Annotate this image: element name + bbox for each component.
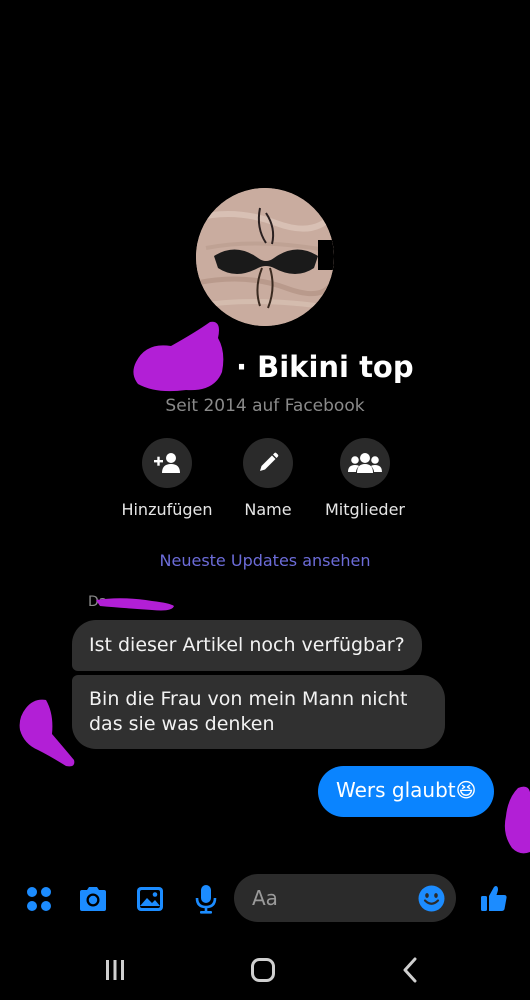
group-title: · Bikini top: [236, 350, 414, 384]
message-input-container: [234, 874, 456, 922]
home-icon: [251, 958, 275, 982]
back-button[interactable]: [390, 955, 430, 985]
menu-dots-button[interactable]: [22, 882, 56, 916]
home-button[interactable]: [243, 955, 283, 985]
redaction-scribble: [504, 786, 530, 854]
outgoing-message[interactable]: Wers glaubt😆: [318, 766, 495, 817]
incoming-message[interactable]: Bin die Frau von mein Mann nicht das sie…: [72, 675, 445, 749]
gallery-icon: [137, 887, 163, 911]
camera-icon: [80, 887, 106, 911]
pencil-icon: [260, 452, 279, 471]
menu-dots-icon: [27, 887, 51, 911]
thumbs-up-icon: [481, 886, 507, 911]
message-input[interactable]: [252, 884, 412, 912]
microphone-icon: [195, 885, 217, 914]
group-actions: Hinzufügen Name Mitglieder: [0, 438, 530, 519]
group-avatar[interactable]: [196, 188, 334, 326]
recent-apps-icon: [106, 960, 124, 980]
latest-updates-link[interactable]: Neueste Updates ansehen: [0, 551, 530, 570]
group-subtitle: Seit 2014 auf Facebook: [165, 396, 365, 416]
back-icon: [403, 957, 417, 983]
incoming-message[interactable]: Ist dieser Artikel noch verfügbar?: [72, 620, 422, 671]
emoji-icon[interactable]: [418, 885, 445, 912]
camera-button[interactable]: [76, 882, 110, 916]
bikini-photo-image: [196, 188, 334, 326]
gallery-button[interactable]: [133, 882, 167, 916]
add-person-icon: [154, 453, 180, 473]
recent-apps-button[interactable]: [95, 955, 135, 985]
members-label: Mitglieder: [325, 500, 405, 519]
microphone-button[interactable]: [189, 882, 223, 916]
thumbs-up-button[interactable]: [477, 882, 511, 916]
group-icon: [348, 453, 382, 473]
system-navigation-bar: [0, 940, 530, 1000]
members-button[interactable]: Mitglieder: [305, 438, 425, 519]
redaction-scribble: [19, 699, 75, 767]
redaction-scribble: [96, 598, 174, 611]
message-composer: [0, 870, 530, 926]
redaction-scribble: [133, 321, 224, 392]
